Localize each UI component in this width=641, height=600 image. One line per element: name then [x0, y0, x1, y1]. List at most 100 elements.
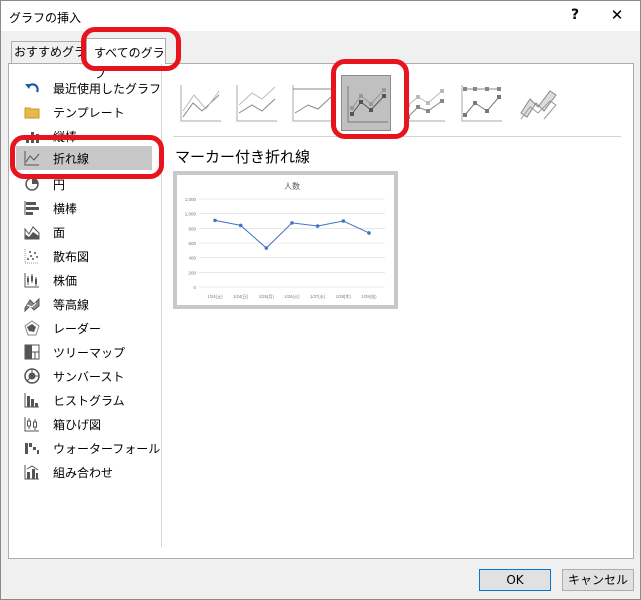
sidebar-item-label: 最近使用したグラフ — [53, 82, 162, 96]
subtype-stacked-line-with-markers[interactable] — [399, 75, 449, 131]
sidebar-item-label: 箱ひげ図 — [53, 418, 102, 432]
panel-divider — [161, 63, 162, 547]
chart-preview[interactable]: 人数 1,000 1,000 800 600 400 200 0 1/24(土) 1/24(日) 1… — [173, 171, 398, 309]
title-bar: グラフの挿入 ? ✕ — [1, 1, 640, 31]
column-chart-icon — [24, 128, 40, 144]
sidebar-item-sunburst[interactable]: サンバースト — [16, 364, 152, 388]
ok-button[interactable]: OK — [479, 569, 551, 591]
close-button[interactable]: ✕ — [607, 5, 627, 25]
subtype-100-stacked-line-with-markers[interactable] — [456, 75, 506, 131]
sidebar-item-label: 縦棒 — [53, 130, 78, 144]
subtype-line[interactable] — [175, 75, 225, 131]
sidebar-item-label: ヒストグラム — [53, 394, 125, 408]
sidebar-item-surface[interactable]: 等高線 — [16, 292, 152, 316]
percent-stacked-line-markers-subtype-icon — [461, 85, 502, 122]
subtype-3d-line[interactable] — [513, 75, 563, 131]
sidebar-item-area[interactable]: 面 — [16, 220, 152, 244]
waterfall-chart-icon — [24, 440, 40, 456]
subtype-line-with-markers[interactable] — [341, 75, 391, 131]
sidebar-item-pie[interactable]: 円 — [16, 172, 152, 196]
stacked-line-markers-subtype-icon — [404, 85, 445, 122]
preview-chart-title: 人数 — [284, 181, 300, 191]
preview-data-point — [367, 231, 371, 235]
insert-chart-dialog: グラフの挿入 ? ✕ おすすめグラフ すべてのグラフ 最近使用したグラフ テンプ… — [0, 0, 641, 600]
tab-all-charts[interactable]: すべてのグラフ — [86, 38, 166, 81]
preview-data-point — [238, 223, 243, 228]
surface-chart-icon — [24, 296, 40, 313]
subtype-100-stacked-line[interactable] — [287, 75, 337, 131]
preview-x-tick-label: 1/29(金) — [361, 293, 377, 299]
sidebar-item-label: テンプレート — [53, 106, 125, 120]
preview-y-tick-label: 400 — [188, 256, 196, 261]
preview-y-tick-label: 1,000 — [185, 197, 197, 202]
help-button[interactable]: ? — [567, 5, 583, 25]
preview-y-tick-label: 200 — [188, 270, 196, 275]
preview-chart-svg: 人数 1,000 1,000 800 600 400 200 0 1/24(土) 1/24(日) 1… — [185, 181, 385, 300]
sidebar-item-radar[interactable]: レーダー — [16, 316, 152, 340]
box-whisker-chart-icon — [24, 416, 40, 432]
radar-chart-icon — [24, 320, 40, 336]
preview-data-point — [290, 221, 294, 225]
3d-line-subtype-icon — [520, 90, 557, 120]
sidebar-item-label: レーダー — [53, 322, 102, 336]
percent-stacked-line-subtype-icon — [292, 85, 333, 122]
sidebar-item-label: 横棒 — [53, 202, 78, 216]
sidebar-item-label: 円 — [53, 178, 66, 192]
treemap-chart-icon — [24, 344, 40, 360]
sidebar-item-bar[interactable]: 横棒 — [16, 196, 152, 220]
preview-x-tick-label: 1/28(木) — [336, 293, 352, 300]
preview-y-tick-label: 600 — [188, 241, 196, 246]
sidebar-item-column[interactable]: 縦棒 — [16, 124, 152, 148]
cancel-button[interactable]: キャンセル — [562, 569, 634, 591]
sidebar-item-label: 面 — [53, 226, 66, 240]
folder-icon — [24, 104, 40, 120]
sidebar-item-label: 株価 — [53, 274, 78, 288]
preview-x-tick-label: 1/26(月) — [259, 294, 275, 300]
preview-data-point — [315, 224, 320, 228]
preview-y-tick-label: 0 — [193, 285, 196, 290]
sidebar-item-label: サンバースト — [53, 370, 125, 384]
sidebar-item-label: 等高線 — [53, 298, 90, 312]
preview-x-tick-label: 1/26(火) — [284, 294, 300, 299]
preview-x-tick-label: 1/24(日) — [233, 294, 249, 300]
line-chart-icon — [24, 150, 40, 166]
selected-chart-type-title: マーカー付き折れ線 — [175, 148, 311, 166]
sidebar-item-scatter[interactable]: 散布図 — [16, 244, 152, 268]
sidebar-item-templates[interactable]: テンプレート — [16, 100, 152, 124]
histogram-chart-icon — [24, 392, 40, 408]
sidebar-item-treemap[interactable]: ツリーマップ — [16, 340, 152, 364]
preview-x-tick-label: 1/24(土) — [207, 293, 223, 299]
subtype-stacked-line[interactable] — [231, 75, 281, 131]
sidebar-item-label: 散布図 — [53, 250, 90, 264]
sidebar-item-label: ウォーターフォール — [53, 442, 161, 456]
sunburst-chart-icon — [24, 368, 40, 384]
preview-y-tick-label: 1,000 — [185, 212, 197, 217]
preview-x-tick-label: 1/27(水) — [310, 293, 326, 299]
stacked-line-subtype-icon — [236, 85, 277, 122]
preview-data-point — [341, 219, 346, 223]
preview-data-point — [264, 246, 269, 250]
line-subtype-icon — [180, 85, 221, 122]
sidebar-item-box-whisker[interactable]: 箱ひげ図 — [16, 412, 152, 436]
sidebar-item-histogram[interactable]: ヒストグラム — [16, 388, 152, 412]
sidebar-item-line[interactable]: 折れ線 — [16, 146, 152, 170]
preview-y-tick-label: 800 — [188, 226, 196, 231]
pie-chart-icon — [24, 176, 40, 192]
sidebar-item-recent[interactable]: 最近使用したグラフ — [16, 76, 161, 100]
tab-recommended-charts[interactable]: おすすめグラフ — [11, 41, 85, 63]
stock-chart-icon — [24, 272, 40, 288]
dialog-title: グラフの挿入 — [9, 11, 82, 25]
sidebar-item-label: 組み合わせ — [53, 466, 114, 480]
sidebar-item-waterfall[interactable]: ウォーターフォール — [16, 436, 160, 460]
preview-data-point — [213, 218, 217, 223]
undo-arrow-icon — [24, 80, 40, 96]
combo-chart-icon — [24, 464, 40, 480]
area-chart-icon — [24, 224, 40, 240]
line-markers-subtype-icon — [347, 86, 388, 123]
scatter-chart-icon — [24, 248, 40, 264]
bar-chart-icon — [24, 200, 40, 216]
subtype-divider — [173, 136, 621, 137]
sidebar-item-stock[interactable]: 株価 — [16, 268, 152, 292]
sidebar-item-combo[interactable]: 組み合わせ — [16, 460, 152, 484]
sidebar-item-label: 折れ線 — [53, 152, 90, 166]
